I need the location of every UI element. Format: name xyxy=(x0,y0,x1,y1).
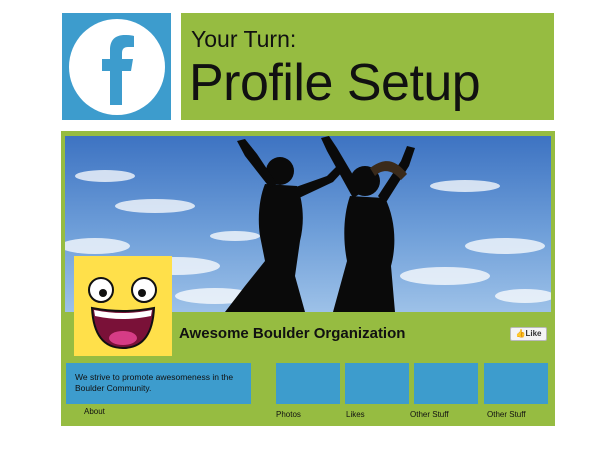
thumbs-up-icon: 👍 xyxy=(515,329,526,338)
page-subtitle: Your Turn: xyxy=(191,26,297,52)
about-label[interactable]: About xyxy=(84,407,105,416)
like-button[interactable]: 👍Like xyxy=(510,327,547,341)
profile-avatar xyxy=(74,256,172,356)
about-text: We strive to promote awesomeness in the … xyxy=(75,372,234,393)
tile-label-other-stuff-2: Other Stuff xyxy=(487,410,526,419)
about-box: We strive to promote awesomeness in the … xyxy=(66,363,251,404)
tile-other-stuff-2[interactable] xyxy=(484,363,548,404)
page-title: Profile Setup xyxy=(189,54,481,112)
facebook-f-icon xyxy=(69,19,165,115)
tile-label-likes: Likes xyxy=(346,410,365,419)
tile-label-photos: Photos xyxy=(276,410,301,419)
facebook-logo xyxy=(62,13,171,120)
tile-label-other-stuff-1: Other Stuff xyxy=(410,410,449,419)
like-label: Like xyxy=(525,329,542,338)
organization-name: Awesome Boulder Organization xyxy=(179,325,406,342)
tile-photos[interactable] xyxy=(276,363,340,404)
title-banner: Your Turn: Profile Setup xyxy=(181,13,554,120)
awesome-face-icon xyxy=(88,277,157,350)
tile-other-stuff-1[interactable] xyxy=(414,363,478,404)
tile-likes[interactable] xyxy=(345,363,409,404)
profile-mockup: Awesome Boulder Organization 👍Like We st… xyxy=(61,131,555,426)
